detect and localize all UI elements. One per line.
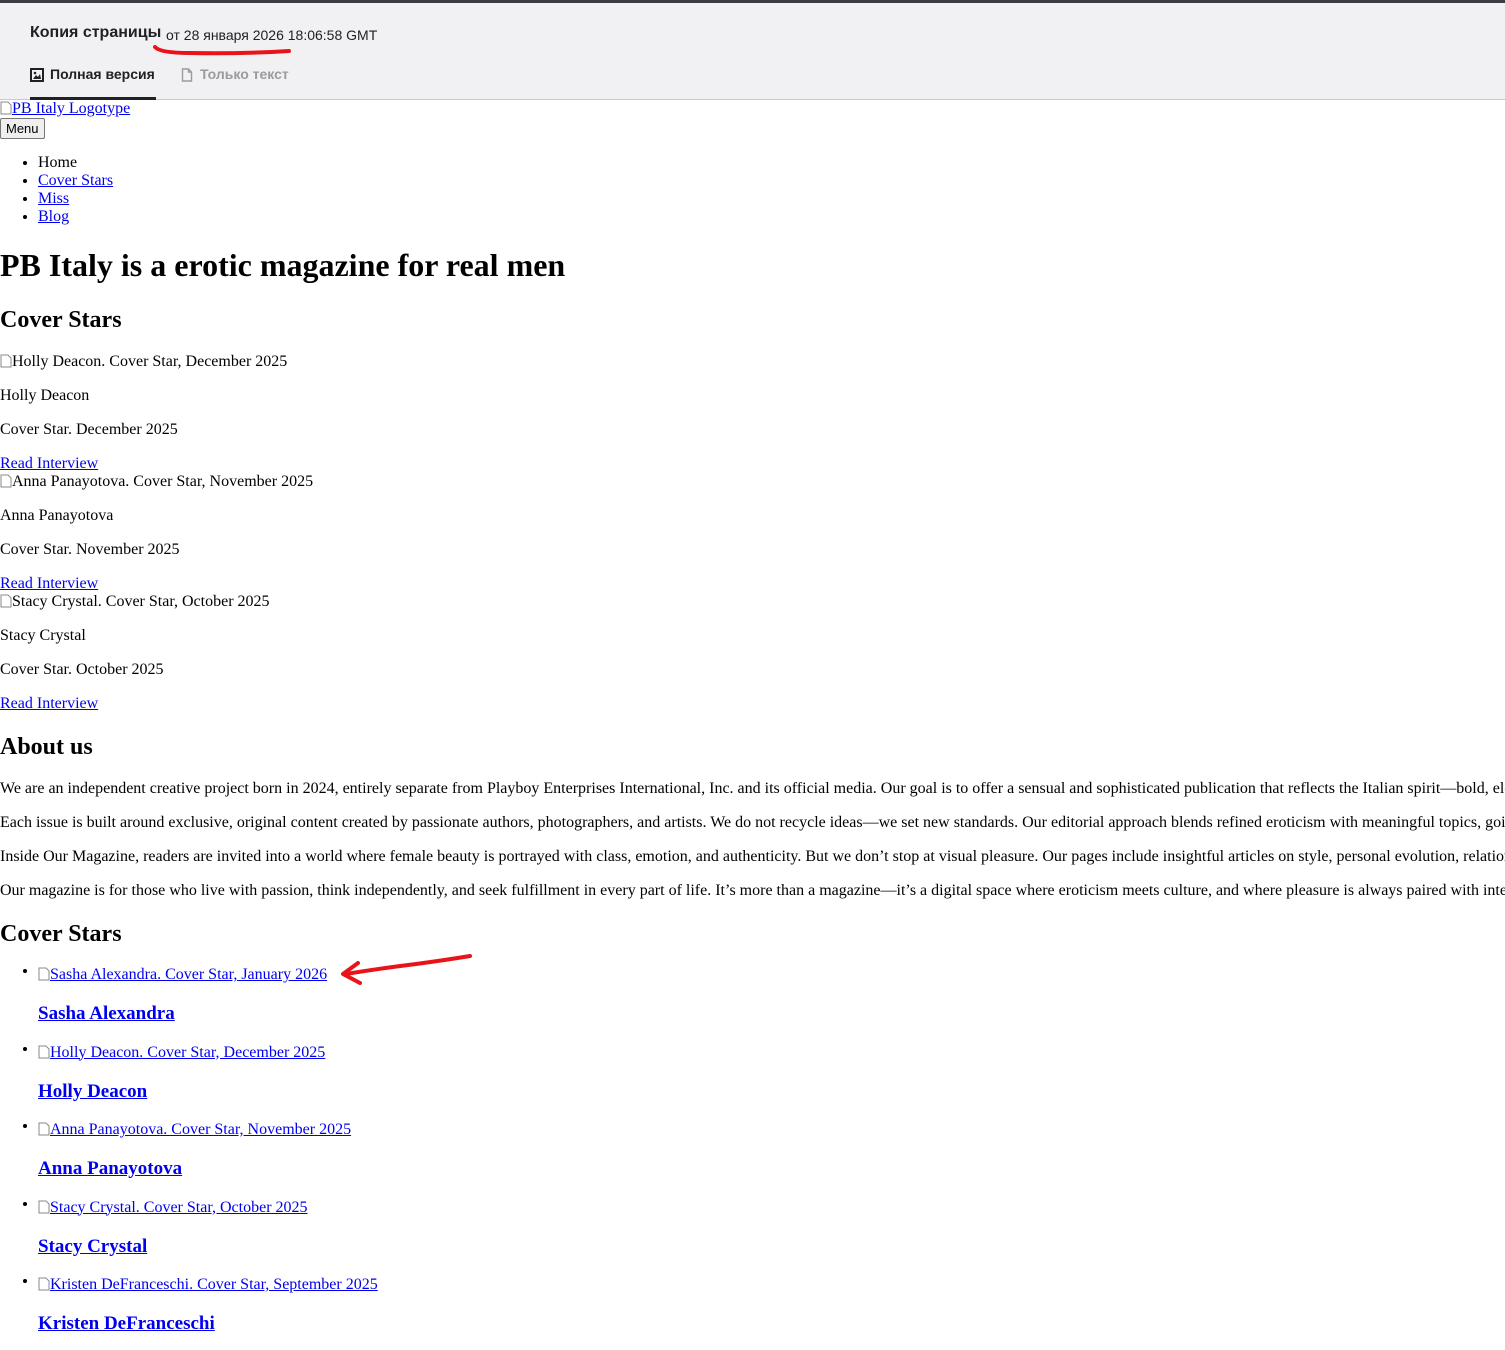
broken-image-icon <box>0 594 12 608</box>
featured-subtitle: Cover Star. October 2025 <box>0 661 164 678</box>
broken-image-icon <box>38 967 50 981</box>
featured-image: Holly Deacon. Cover Star, December 2025 <box>0 353 287 371</box>
menu-button[interactable]: Menu <box>0 118 45 139</box>
cover-image-alt: Anna Panayotova. Cover Star, November 20… <box>50 1121 352 1138</box>
featured-image-alt: Stacy Crystal. Cover Star, October 2025 <box>12 593 270 610</box>
read-interview-link[interactable]: Read Interview <box>0 455 98 473</box>
cover-image-alt: Sasha Alexandra. Cover Star, January 202… <box>50 966 328 983</box>
cover-image-link[interactable]: Sasha Alexandra. Cover Star, January 202… <box>38 966 327 984</box>
broken-image-icon <box>0 101 12 115</box>
nav-link-cover-stars[interactable]: Cover Stars <box>38 172 113 189</box>
cover-image-link[interactable]: Anna Panayotova. Cover Star, November 20… <box>38 1121 351 1139</box>
cover-image-alt: Stacy Crystal. Cover Star, October 2025 <box>50 1198 308 1216</box>
nav-link-blog[interactable]: Blog <box>38 208 69 225</box>
about-paragraph: We are an independent creative project b… <box>0 780 1505 797</box>
nav-item-miss: Miss <box>38 190 113 208</box>
broken-image-icon <box>0 354 12 368</box>
red-underline-annotation <box>153 45 291 56</box>
cover-image-link[interactable]: Holly Deacon. Cover Star, December 2025 <box>38 1044 325 1062</box>
tab-full-version[interactable]: Полная версия <box>30 66 156 100</box>
featured-image-alt: Anna Panayotova. Cover Star, November 20… <box>12 473 314 490</box>
about-paragraph: Inside Our Magazine, readers are invited… <box>0 848 1505 865</box>
cover-image-link[interactable]: Kristen DeFranceschi. Cover Star, Septem… <box>38 1276 378 1294</box>
cover-star-name-link[interactable]: Holly Deacon <box>38 1081 147 1103</box>
about-heading: About us <box>0 734 93 760</box>
cover-image-alt: Kristen DeFranceschi. Cover Star, Septem… <box>50 1276 378 1293</box>
nav-item-home: Home <box>38 154 113 172</box>
cover-stars-heading-2: Cover Stars <box>0 921 122 947</box>
broken-image-icon <box>38 1045 50 1058</box>
featured-name: Anna Panayotova <box>0 507 114 524</box>
featured-image-alt: Holly Deacon. Cover Star, December 2025 <box>12 353 288 370</box>
cache-header-bar: Копия страницы от 28 января 2026 18:06:5… <box>0 0 1505 100</box>
cover-stars-list: Sasha Alexandra. Cover Star, January 202… <box>0 962 378 1350</box>
cache-title: Копия страницы <box>30 24 162 41</box>
cover-star-name-link[interactable]: Sasha Alexandra <box>38 1003 175 1025</box>
document-icon <box>181 68 193 82</box>
featured-image: Anna Panayotova. Cover Star, November 20… <box>0 473 313 491</box>
read-interview-link[interactable]: Read Interview <box>0 575 98 593</box>
image-icon <box>30 68 44 82</box>
cover-image-alt: Holly Deacon. Cover Star, December 2025 <box>50 1043 326 1061</box>
nav-item-blog: Blog <box>38 208 113 226</box>
cover-stars-heading: Cover Stars <box>0 307 122 333</box>
tab-text-label: Только текст <box>200 66 289 82</box>
tab-full-label: Полная версия <box>50 66 155 82</box>
page-headline: PB Italy is a erotic magazine for real m… <box>0 247 566 283</box>
featured-name: Holly Deacon <box>0 387 90 404</box>
featured-subtitle: Cover Star. December 2025 <box>0 421 178 438</box>
featured-subtitle: Cover Star. November 2025 <box>0 541 180 558</box>
cover-star-name-link[interactable]: Stacy Crystal <box>38 1236 147 1258</box>
red-arrow-annotation <box>341 954 472 985</box>
broken-image-icon <box>38 1122 50 1136</box>
broken-image-icon <box>0 474 12 488</box>
nav-link-miss[interactable]: Miss <box>38 190 69 207</box>
logo-link[interactable]: PB Italy Logotype <box>0 100 130 118</box>
about-paragraph: Each issue is built around exclusive, or… <box>0 814 1505 831</box>
cover-image-link[interactable]: Stacy Crystal. Cover Star, October 2025 <box>38 1199 308 1217</box>
featured-image: Stacy Crystal. Cover Star, October 2025 <box>0 593 270 611</box>
featured-name: Stacy Crystal <box>0 627 86 644</box>
broken-image-icon <box>38 1277 50 1291</box>
nav-home-label: Home <box>38 154 78 171</box>
about-paragraph: Our magazine is for those who live with … <box>0 882 1505 899</box>
broken-image-icon <box>38 1200 50 1213</box>
cover-star-name-link[interactable]: Kristen DeFranceschi <box>38 1313 215 1335</box>
read-interview-link[interactable]: Read Interview <box>0 695 98 713</box>
tab-text-only[interactable]: Только текст <box>180 66 289 100</box>
logo-alt-text: PB Italy Logotype <box>12 100 131 117</box>
cover-star-name-link[interactable]: Anna Panayotova <box>38 1158 182 1180</box>
nav-item-cover-stars: Cover Stars <box>38 172 113 190</box>
main-nav: Home Cover Stars Miss Blog <box>0 154 113 226</box>
